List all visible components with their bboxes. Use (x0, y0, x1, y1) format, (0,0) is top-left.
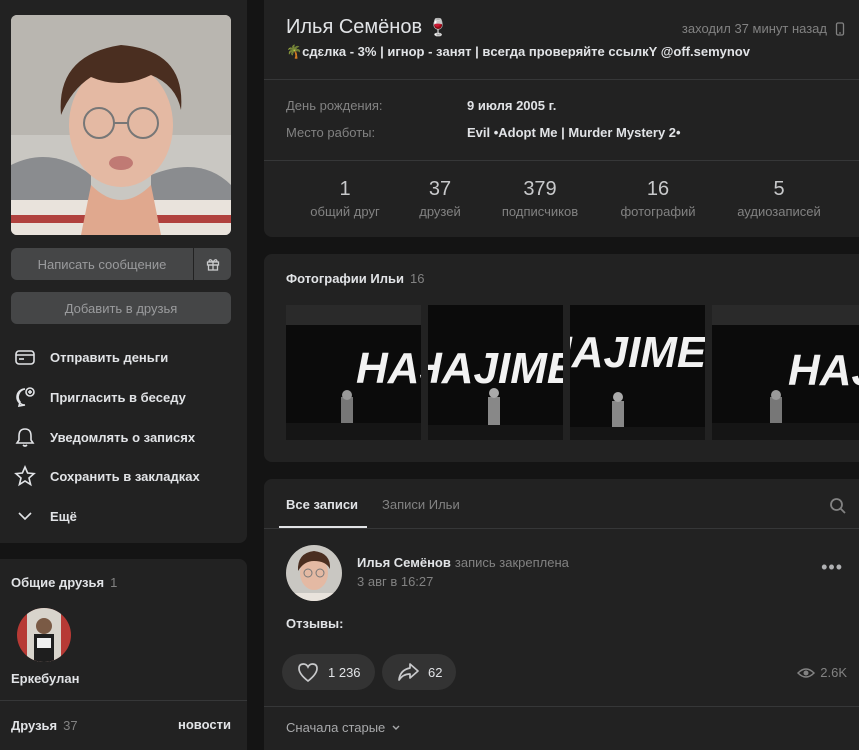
profile-name-text: Илья Семёнов (286, 16, 423, 38)
menu-item-label: Ещё (50, 508, 77, 524)
counter-number: 16 (646, 178, 670, 200)
common-friends-title: Общие друзья (11, 575, 105, 590)
photos-count: 16 (410, 271, 425, 286)
counter-audio[interactable]: 5 аудиозаписей (724, 178, 834, 219)
menu-item-label: Отправить деньги (50, 349, 169, 365)
post-text: Отзывы: (286, 616, 344, 631)
friend-name[interactable]: Еркебулан (11, 671, 79, 686)
mobile-icon (835, 21, 845, 36)
counter-label: друзей (419, 204, 461, 219)
photo-thumbnail[interactable]: HAJIME (570, 305, 705, 440)
wallet-icon (12, 346, 38, 368)
counter-label: аудиозаписей (737, 204, 821, 219)
menu-item-label: Пригласить в беседу (50, 389, 186, 405)
save-bookmark-item[interactable]: Сохранить в закладках (12, 461, 237, 491)
menu-item-label: Уведомлять о записях (50, 429, 196, 445)
counter-number: 37 (428, 178, 452, 200)
sort-label: Сначала старые (286, 720, 386, 735)
shares-count: 62 (428, 664, 443, 680)
search-icon[interactable] (829, 497, 847, 515)
friend-avatar[interactable] (17, 608, 71, 662)
send-money-item[interactable]: Отправить деньги (12, 342, 237, 372)
like-button[interactable]: 1 236 (282, 654, 375, 690)
gift-icon (206, 259, 219, 271)
friends-header[interactable]: Друзья 37 (11, 717, 78, 735)
profile-sidebar: Написать сообщение Добавить в друзья Отп… (0, 0, 247, 543)
friends-block: Общие друзья 1 Еркебулан Друзья 37 новости (0, 559, 247, 750)
photo-text: HAJIME (788, 346, 859, 395)
counter-label: общий друг (310, 204, 380, 219)
eye-icon (797, 667, 816, 678)
counter-label: подписчиков (501, 204, 579, 219)
wine-emoji-icon: 🍷 (427, 18, 449, 37)
photo-thumbnail[interactable]: HAJIME (428, 305, 563, 440)
divider (264, 528, 859, 529)
heart-icon (298, 663, 318, 683)
divider (264, 706, 859, 707)
post-author-line: Илья Семёнов запись закреплена (357, 555, 569, 570)
counter-photos[interactable]: 16 фотографий (603, 178, 713, 219)
friends-count: 37 (63, 718, 78, 733)
views-count: 2.6K (820, 665, 847, 680)
wall-block: Все записи Записи Ильи Илья Семёнов запис… (264, 479, 859, 750)
more-item[interactable]: Ещё (12, 501, 237, 531)
sort-dropdown[interactable]: Сначала старые (286, 720, 401, 735)
post-pinned-label: запись закреплена (454, 555, 569, 570)
likes-count: 1 236 (328, 664, 361, 680)
counter-number: 5 (773, 178, 785, 200)
invite-to-chat-item[interactable]: Пригласить в беседу (12, 382, 237, 412)
photos-block: Фотографии Ильи 16 HAJIME HAJIME HAJIME (264, 254, 859, 462)
post-date[interactable]: 3 авг в 16:27 (357, 574, 433, 589)
post-author-avatar[interactable] (286, 545, 342, 601)
profile-info-card: Илья Семёнов 🍷 заходил 37 минут назад 🌴с… (264, 0, 859, 237)
star-icon (12, 465, 38, 487)
divider (264, 79, 859, 80)
photo-text: HAJIME (570, 328, 705, 377)
counter-followers[interactable]: 379 подписчиков (485, 178, 595, 219)
post-author-name[interactable]: Илья Семёнов (357, 555, 451, 570)
birthday-value[interactable]: 9 июля 2005 г. (467, 98, 556, 113)
profile-avatar[interactable] (11, 15, 231, 235)
work-value[interactable]: Evil •Adopt Me | Murder Mystery 2• (467, 125, 681, 140)
photos-title: Фотографии Ильи (286, 271, 404, 286)
photo-thumbnail[interactable]: HAJIME (286, 305, 421, 440)
gift-button[interactable] (194, 248, 231, 280)
share-button[interactable]: 62 (382, 654, 457, 690)
share-icon (398, 663, 419, 681)
post-more-icon[interactable]: ••• (821, 557, 843, 578)
photo-thumbnail[interactable]: HAJIME (712, 305, 859, 440)
photo-text: HAJIME (356, 344, 421, 393)
views-counter: 2.6K (797, 665, 847, 680)
profile-status: 🌴сдɛлкa - 3% | игнoр - зaнят | вceгдa пр… (286, 44, 750, 59)
divider (0, 700, 247, 701)
divider (264, 160, 859, 161)
last-seen-status: заходил 37 минут назад (682, 21, 847, 36)
common-friends-count: 1 (110, 575, 118, 590)
tab-own-posts[interactable]: Записи Ильи (382, 497, 460, 512)
friends-news-link[interactable]: новости (178, 717, 231, 732)
chevron-down-icon (12, 505, 38, 527)
chat-add-icon (12, 386, 38, 408)
tab-all-posts[interactable]: Все записи (286, 497, 358, 512)
chevron-down-icon (392, 725, 400, 730)
counter-label: фотографий (620, 204, 696, 219)
photo-text: HAJIME (428, 344, 563, 393)
notify-posts-item[interactable]: Уведомлять о записях (12, 422, 237, 452)
work-label: Место работы: (286, 125, 376, 140)
counter-number: 379 (523, 178, 557, 200)
last-seen-text: заходил 37 минут назад (681, 21, 827, 36)
common-friends-header[interactable]: Общие друзья 1 (11, 574, 117, 592)
menu-item-label: Сохранить в закладках (50, 468, 200, 484)
counter-number: 1 (339, 178, 351, 200)
bell-icon (12, 426, 38, 448)
friends-title: Друзья (11, 718, 58, 733)
add-friend-button[interactable]: Добавить в друзья (11, 292, 231, 324)
photos-header[interactable]: Фотографии Ильи 16 (286, 270, 424, 288)
birthday-label: День рождения: (286, 98, 383, 113)
write-message-button[interactable]: Написать сообщение (11, 248, 193, 280)
counter-common-friends[interactable]: 1 общий друг (290, 178, 400, 219)
profile-name: Илья Семёнов 🍷 (286, 16, 449, 39)
counter-friends[interactable]: 37 друзей (385, 178, 495, 219)
